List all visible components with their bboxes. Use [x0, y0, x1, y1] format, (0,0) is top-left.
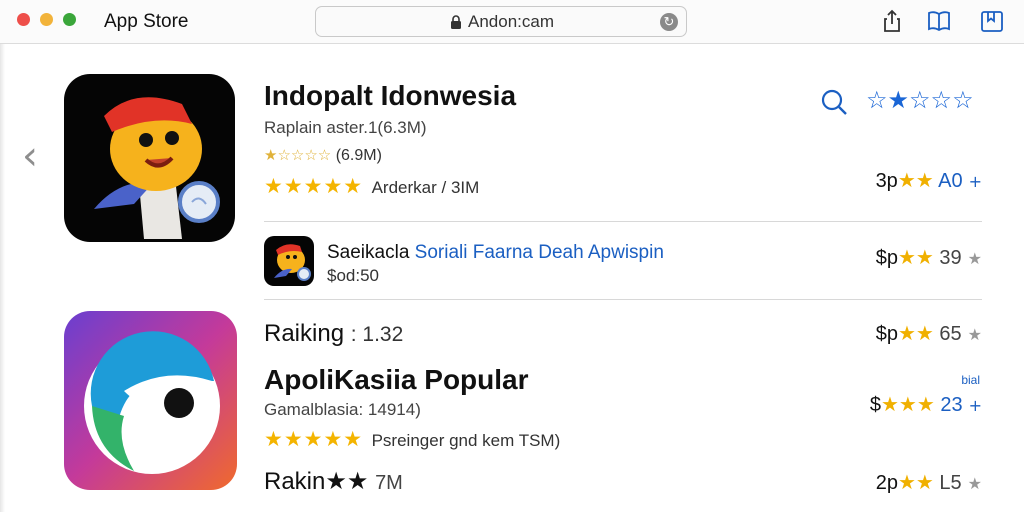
price-prefix: $p	[875, 323, 898, 345]
ranking-value: : 1.32	[350, 323, 404, 346]
small-rating-count: (6.9M)	[335, 147, 382, 164]
add-icon[interactable]: +	[969, 396, 982, 415]
minimize-window-button[interactable]	[40, 13, 53, 26]
favorite-stars-icon[interactable]: ☆★☆☆☆	[866, 86, 974, 114]
ranking: Raiking : 1.32	[264, 320, 403, 348]
bottom-ranking: Rakin★★ 7M	[264, 467, 403, 496]
rating-text: Arderkar / 3IM	[371, 178, 480, 197]
featured-small-rating: ★☆☆☆☆ (6.9M)	[264, 146, 382, 165]
bottom-ranking-value: 7M	[375, 472, 403, 494]
popular-app-icon[interactable]	[64, 311, 237, 490]
close-window-button[interactable]	[17, 13, 30, 26]
price-value: A0	[938, 170, 963, 192]
popular-title[interactable]: ApoliKasiia Popular	[264, 364, 529, 396]
rating-stars: ★★★★★	[264, 427, 364, 451]
bottom-ranking-label: Rakin★★	[264, 468, 369, 495]
title-bar: App Store Andon:cam ↻	[0, 0, 1024, 44]
rating-text: Psreinger gnd kem TSM)	[371, 431, 561, 450]
small-rating-stars: ★☆☆☆☆	[264, 146, 332, 164]
bird-logo-icon	[84, 331, 220, 474]
popular-rating: ★★★★★ Psreinger gnd kem TSM)	[264, 427, 560, 451]
list-app-description: Soriali Faarna Deah Apwispin	[414, 242, 664, 263]
popular-price[interactable]: $★★★ 23 +	[870, 392, 982, 417]
add-icon[interactable]: +	[969, 172, 982, 191]
list-app-subtitle: $od:50	[327, 266, 379, 285]
window-title: App Store	[104, 11, 189, 32]
divider	[264, 299, 982, 300]
favorite-icon[interactable]: ★	[968, 325, 982, 344]
list-price[interactable]: $p★★ 39 ★	[876, 245, 982, 270]
divider	[264, 221, 982, 222]
zoom-window-button[interactable]	[63, 13, 76, 26]
price-value: 23	[940, 394, 963, 416]
price-stars: ★★★	[880, 392, 935, 416]
popular-subtitle: Gamalblasia: 14914)	[264, 400, 421, 419]
featured-rating: ★★★★★ Arderkar / 3IM	[264, 174, 479, 198]
price-prefix: 2p	[875, 472, 898, 494]
book-icon[interactable]	[926, 8, 952, 34]
price-value: 39	[939, 247, 962, 269]
favorite-icon[interactable]: ★	[968, 249, 982, 268]
share-icon[interactable]	[879, 8, 905, 34]
featured-app-icon[interactable]	[64, 74, 235, 242]
featured-app-title[interactable]: Indopalt Idonwesia	[264, 80, 516, 112]
lock-icon	[451, 15, 461, 29]
ranking-label: Raiking	[264, 320, 345, 347]
price-stars: ★★	[897, 321, 934, 345]
back-chevron-icon[interactable]: ‹	[22, 136, 38, 176]
price-prefix: $p	[875, 247, 898, 269]
price-stars: ★★	[897, 470, 934, 494]
favorite-icon[interactable]: ★	[968, 474, 982, 493]
window-edge	[0, 44, 5, 512]
price-value: L5	[939, 472, 962, 494]
price-prefix: $	[869, 394, 881, 416]
list-app-title[interactable]: Saeikacla Soriali Faarna Deah Apwispin	[327, 242, 664, 264]
featured-price[interactable]: 3p★★ A0 +	[876, 168, 982, 193]
ranking-price[interactable]: $p★★ 65 ★	[876, 321, 982, 346]
popular-badge: bial	[961, 373, 980, 387]
price-prefix: 3p	[875, 170, 898, 192]
search-icon[interactable]	[820, 88, 848, 116]
bottom-price[interactable]: 2p★★ L5 ★	[876, 470, 982, 495]
list-app-name: Saeikacla	[327, 242, 410, 263]
price-stars: ★★	[897, 168, 934, 192]
featured-app-subtitle: Raplain aster.1(6.3M)	[264, 118, 427, 137]
mascot-icon	[94, 97, 220, 239]
mascot-small-icon	[274, 244, 311, 281]
bookmark-icon[interactable]	[979, 8, 1005, 34]
reload-icon[interactable]: ↻	[660, 13, 678, 31]
price-stars: ★★	[897, 245, 934, 269]
address-bar[interactable]: Andon:cam ↻	[315, 6, 687, 37]
address-text: Andon:cam	[468, 12, 554, 31]
list-app-icon[interactable]	[264, 236, 314, 286]
price-value: 65	[939, 323, 962, 345]
rating-stars: ★★★★★	[264, 174, 364, 198]
